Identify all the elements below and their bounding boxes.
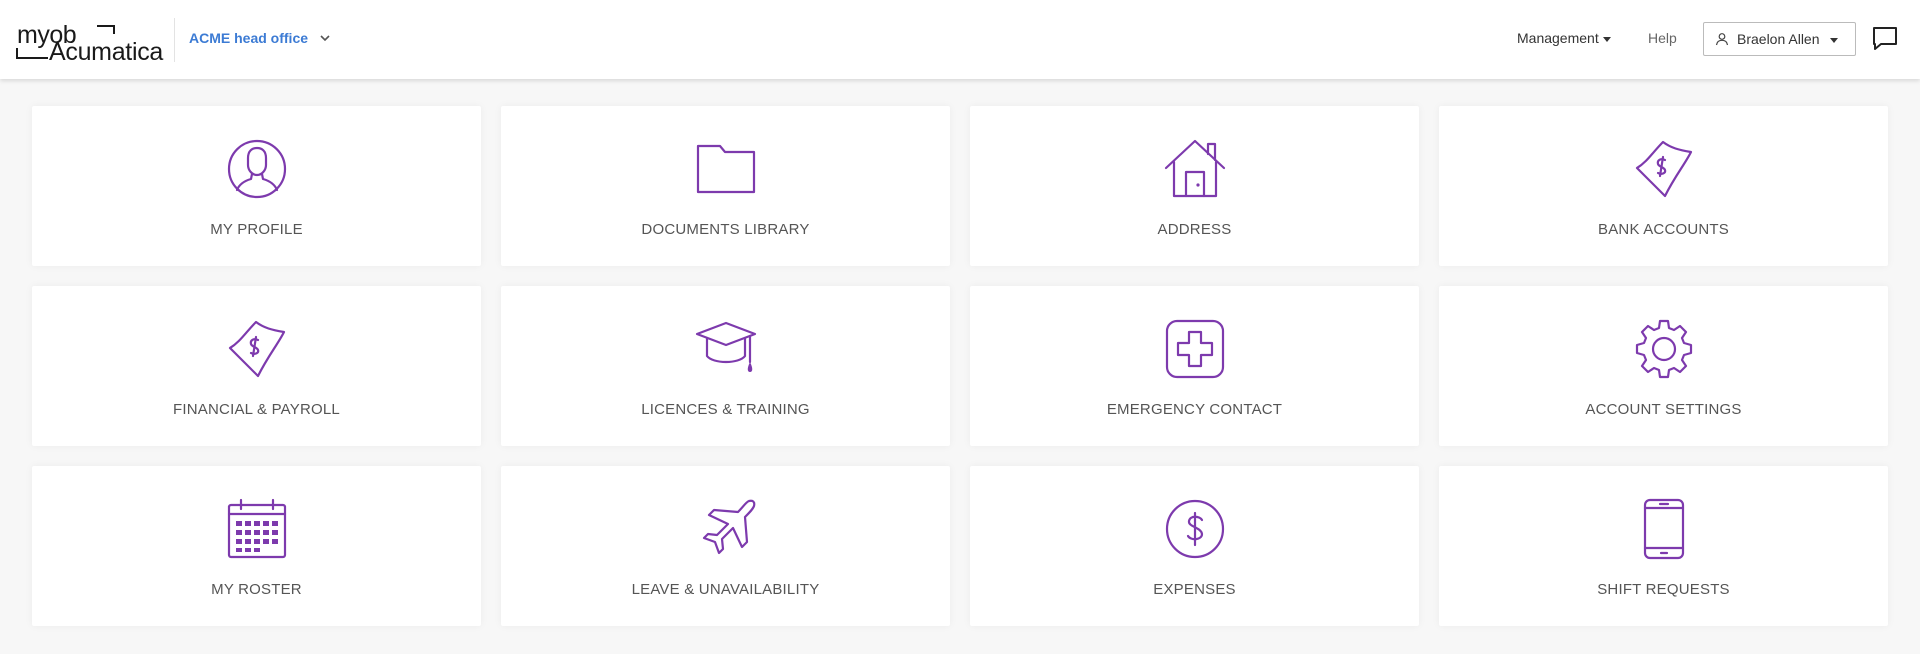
tile-label: EMERGENCY CONTACT (1106, 401, 1283, 418)
top-bar: myob Acumatica ACME head office Manageme… (0, 0, 1920, 79)
header-divider (174, 18, 175, 62)
tile-shift-requests[interactable]: SHIFT REQUESTS (1439, 466, 1888, 626)
management-menu[interactable]: Management (1517, 30, 1611, 46)
help-link[interactable]: Help (1648, 30, 1677, 46)
mobile-phone-icon (1643, 498, 1685, 560)
tile-label: MY PROFILE (210, 221, 303, 238)
tile-account-settings[interactable]: ACCOUNT SETTINGS (1439, 286, 1888, 446)
medical-cross-icon (1165, 319, 1225, 379)
dollar-coin-icon (1165, 499, 1225, 559)
tile-address[interactable]: ADDRESS (970, 106, 1419, 266)
tile-label: MY ROSTER (211, 581, 302, 598)
user-name: Braelon Allen (1737, 31, 1820, 47)
airplane-icon (702, 499, 756, 555)
banknote-icon (228, 320, 286, 378)
tile-emergency-contact[interactable]: EMERGENCY CONTACT (970, 286, 1419, 446)
tile-financial-payroll[interactable]: FINANCIAL & PAYROLL (32, 286, 481, 446)
tile-leave-unavailability[interactable]: LEAVE & UNAVAILABILITY (501, 466, 950, 626)
graduation-cap-icon (695, 321, 757, 372)
tile-label: ADDRESS (1157, 221, 1232, 238)
tile-expenses[interactable]: EXPENSES (970, 466, 1419, 626)
house-icon (1164, 139, 1226, 198)
tile-label: BANK ACCOUNTS (1598, 221, 1729, 238)
profile-icon (227, 139, 287, 199)
tile-label: EXPENSES (1153, 581, 1236, 598)
tile-label: SHIFT REQUESTS (1597, 581, 1730, 598)
user-icon (1715, 33, 1729, 46)
chat-icon[interactable] (1872, 26, 1898, 52)
tile-label: LEAVE & UNAVAILABILITY (631, 581, 820, 598)
caret-down-icon (1829, 37, 1838, 43)
folder-icon (696, 144, 756, 194)
tile-label: LICENCES & TRAINING (641, 401, 810, 418)
tile-bank-accounts[interactable]: BANK ACCOUNTS (1439, 106, 1888, 266)
myob-acumatica-logo[interactable]: myob Acumatica (15, 22, 164, 66)
calendar-icon (227, 498, 287, 559)
tile-my-profile[interactable]: MY PROFILE (32, 106, 481, 266)
tile-my-roster[interactable]: MY ROSTER (32, 466, 481, 626)
logo-text-bottom: Acumatica (49, 38, 164, 66)
user-menu-button[interactable]: Braelon Allen (1703, 22, 1856, 56)
caret-down-icon (1602, 36, 1611, 42)
company-name: ACME head office (189, 30, 309, 46)
tile-documents-library[interactable]: DOCUMENTS LIBRARY (501, 106, 950, 266)
gear-icon (1635, 319, 1693, 379)
tile-label: ACCOUNT SETTINGS (1585, 401, 1742, 418)
tile-label: DOCUMENTS LIBRARY (641, 221, 810, 238)
tile-label: FINANCIAL & PAYROLL (173, 401, 340, 418)
chevron-down-icon (320, 35, 330, 42)
company-selector[interactable]: ACME head office (189, 30, 332, 46)
management-label: Management (1517, 30, 1599, 46)
tile-licences-training[interactable]: LICENCES & TRAINING (501, 286, 950, 446)
banknote-icon (1635, 140, 1693, 198)
